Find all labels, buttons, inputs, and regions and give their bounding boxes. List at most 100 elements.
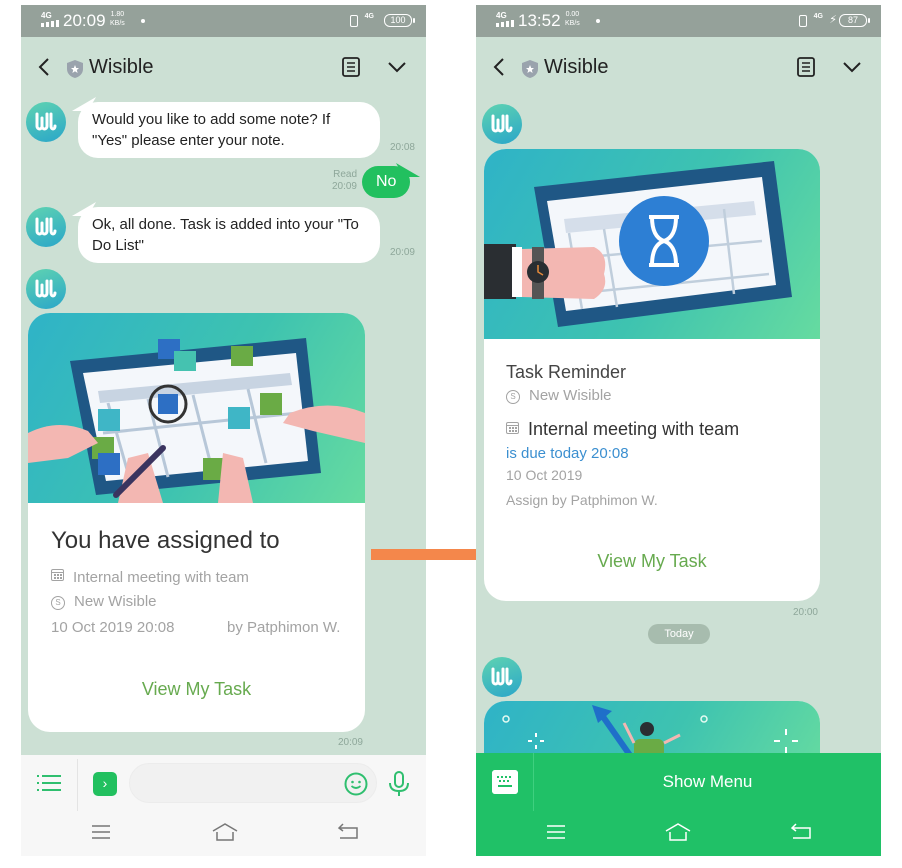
chevron-down-icon[interactable] [388, 61, 406, 73]
read-status: Read [333, 169, 357, 180]
card-title: Task Reminder [506, 362, 627, 382]
status-bar: 4G 13:52 0.00 KB/s 4G ⚡ 87 [476, 5, 881, 37]
notes-icon[interactable] [342, 57, 360, 77]
network-type: 4G [496, 11, 507, 20]
nav-back-icon[interactable] [790, 823, 812, 841]
card-illustration [28, 313, 365, 503]
clock: 20:09 [63, 11, 106, 30]
keyboard-icon[interactable] [492, 770, 518, 794]
recent-apps-icon[interactable] [90, 823, 112, 841]
read-receipt: Read 20:09 [319, 169, 357, 193]
card-assigned-by: Assign by Patphimon W. [506, 492, 658, 508]
notes-icon[interactable] [797, 57, 815, 77]
tablet-planning-illustration [28, 338, 365, 503]
card-assigned-by: by Patphimon W. [227, 619, 341, 636]
card-datetime: 10 Oct 2019 20:08 [51, 619, 175, 636]
composer-divider [77, 759, 78, 811]
battery-icon: 87 [839, 14, 870, 27]
project-name: New Wisible [529, 387, 612, 404]
task-name: Internal meeting with team [528, 419, 740, 439]
bot-avatar[interactable] [482, 657, 522, 697]
speed-value: 1.80 [110, 11, 125, 18]
extension-button[interactable]: › [93, 772, 117, 796]
project-row: S New Wisible [51, 593, 157, 610]
shield-star-icon [522, 60, 538, 78]
bot-avatar[interactable] [26, 207, 66, 247]
chat-header: Wisible [21, 37, 426, 99]
view-my-task-button[interactable]: View My Task [484, 551, 820, 572]
wisible-logo-icon [491, 667, 513, 686]
list-menu-icon[interactable] [37, 774, 61, 792]
project-row: S New Wisible [506, 387, 612, 404]
signal-icon [496, 20, 514, 27]
card-date: 10 Oct 2019 [506, 467, 583, 483]
vibrate-icon [799, 15, 807, 27]
home-icon[interactable] [212, 823, 238, 841]
speed-unit: KB/s [110, 20, 125, 27]
bot-avatar[interactable] [26, 269, 66, 309]
charging-icon: ⚡ [829, 14, 837, 26]
back-icon[interactable] [37, 57, 51, 77]
message-time: 20:09 [337, 737, 363, 748]
vibrate-icon [350, 15, 358, 27]
project-name: New Wisible [74, 593, 157, 610]
bot-avatar[interactable] [26, 102, 66, 142]
due-text: is due today 20:08 [506, 445, 629, 462]
notification-dot-icon [596, 19, 600, 23]
status-bar: 4G 20:09 1.80 KB/s 4G 100 [21, 5, 426, 37]
message-input[interactable] [144, 764, 334, 802]
message-time: 20:08 [389, 142, 415, 153]
view-my-task-button[interactable]: View My Task [28, 679, 365, 700]
message-time: 20:00 [792, 607, 818, 618]
battery-icon: 100 [384, 14, 415, 27]
wisible-logo-icon [35, 217, 57, 236]
rich-menu-bar: Show Menu [476, 753, 881, 811]
day-separator: Today [648, 624, 710, 644]
task-row: Internal meeting with team [506, 419, 739, 440]
message-composer: › [21, 755, 426, 811]
bot-avatar[interactable] [482, 104, 522, 144]
task-row: Internal meeting with team [51, 569, 249, 586]
speed-value: 0.00 [565, 11, 580, 18]
network-speed: 1.80 KB/s [110, 10, 125, 28]
calendar-icon [506, 422, 519, 434]
speed-unit: KB/s [565, 20, 580, 27]
project-icon: S [506, 390, 520, 404]
home-icon[interactable] [665, 823, 691, 841]
show-menu-button[interactable]: Show Menu [534, 753, 881, 811]
message-time: 20:09 [389, 247, 415, 258]
card-illustration [484, 149, 820, 339]
chat-title: Wisible [544, 56, 609, 78]
system-nav-bar [476, 811, 881, 856]
card-title: You have assigned to [51, 527, 280, 554]
left-phone-screen: 4G 20:09 1.80 KB/s 4G 100 Wisible Would y… [21, 5, 426, 856]
message-time: 20:09 [331, 181, 357, 192]
signal-icon [41, 20, 59, 27]
project-icon: S [51, 596, 65, 610]
microphone-icon[interactable] [388, 771, 410, 797]
clock: 13:52 [518, 11, 561, 30]
calendar-icon [51, 569, 64, 581]
chevron-down-icon[interactable] [843, 61, 861, 73]
chat-header: Wisible [476, 37, 881, 99]
recent-apps-icon[interactable] [545, 823, 567, 841]
nav-back-icon[interactable] [337, 823, 359, 841]
emoji-icon[interactable] [344, 772, 368, 796]
wisible-logo-icon [35, 112, 57, 131]
my-message: No [362, 166, 411, 198]
chat-title: Wisible [89, 56, 154, 78]
task-name: Internal meeting with team [73, 569, 249, 586]
data-network: 4G [813, 13, 823, 20]
wisible-logo-icon [491, 114, 513, 133]
shield-star-icon [67, 60, 83, 78]
bot-message: Ok, all done. Task is added into your "T… [78, 207, 380, 263]
system-nav-bar [21, 811, 426, 856]
wisible-logo-icon [35, 279, 57, 298]
back-icon[interactable] [492, 57, 506, 77]
network-speed: 0.00 KB/s [565, 10, 580, 28]
data-network: 4G [364, 13, 374, 20]
network-type: 4G [41, 11, 52, 20]
message-input-box[interactable] [129, 763, 377, 803]
task-assigned-card: You have assigned to Internal meeting wi… [28, 313, 365, 732]
right-phone-screen: 4G 13:52 0.00 KB/s 4G ⚡ 87 Wisible Task … [476, 5, 881, 856]
